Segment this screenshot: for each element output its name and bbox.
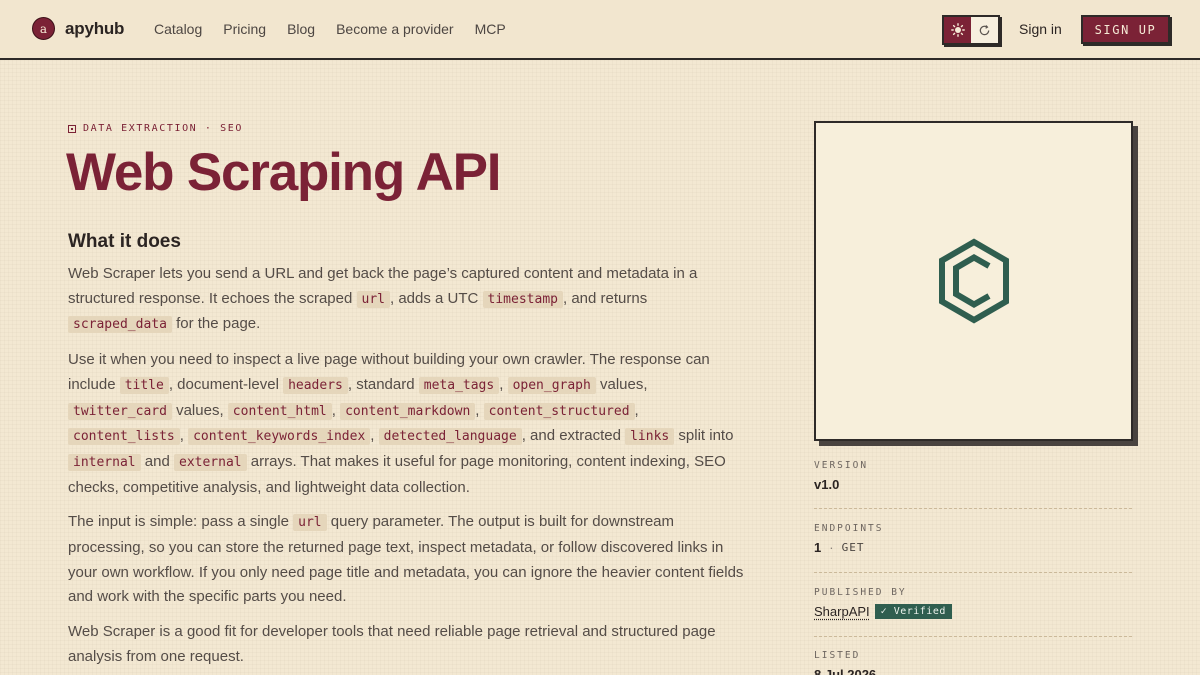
code-token: detected_language [378, 428, 522, 446]
code-token: links [625, 428, 675, 446]
system-theme-option[interactable] [971, 17, 998, 43]
light-theme-option[interactable] [944, 17, 971, 43]
code-token: meta_tags [418, 376, 500, 394]
code-token: internal [68, 453, 141, 471]
divider [814, 636, 1132, 637]
description-paragraph-3: The input is simple: pass a single url q… [68, 513, 744, 606]
published-label: PUBLISHED BY [814, 587, 907, 598]
brand-logo[interactable]: a apyhub [32, 17, 124, 40]
code-token: title [119, 376, 169, 394]
version-label: VERSION [814, 460, 869, 471]
description-paragraph-1: Web Scraper lets you send a URL and get … [68, 265, 698, 334]
publisher-link[interactable]: SharpAPI [814, 604, 870, 619]
description: Web Scraper lets you send a URL and get … [68, 262, 748, 675]
code-token: content_lists [68, 428, 180, 446]
section-title: What it does [68, 231, 181, 252]
code-token: headers [283, 376, 348, 394]
page-title: Web Scraping API [66, 143, 502, 202]
hexagon-logo-icon [938, 238, 1009, 324]
nav-pricing[interactable]: Pricing [223, 21, 266, 37]
code-token: external [174, 453, 247, 471]
code-token: timestamp [482, 290, 563, 308]
category-eyebrow: DATA EXTRACTION · SEO [68, 123, 243, 134]
nav-catalog[interactable]: Catalog [154, 21, 202, 37]
nav-become-provider[interactable]: Become a provider [336, 21, 454, 37]
divider [814, 572, 1132, 573]
nav-mcp[interactable]: MCP [475, 21, 506, 37]
description-paragraph-4: Web Scraper is a good fit for developer … [68, 623, 716, 665]
category-label: DATA EXTRACTION · SEO [83, 123, 244, 134]
brand-name: apyhub [65, 18, 125, 38]
code-token: content_keywords_index [188, 428, 371, 446]
theme-toggle[interactable] [942, 15, 1000, 45]
sign-up-button[interactable]: SIGN UP [1081, 15, 1170, 44]
sun-icon [950, 23, 965, 37]
code-token: content_html [227, 402, 332, 420]
code-token: open_graph [507, 376, 596, 394]
separator-dot: · [829, 540, 834, 555]
method-get: GET [841, 541, 865, 554]
code-token: content_markdown [340, 402, 476, 420]
category-square-icon [68, 124, 76, 133]
verified-badge: ✓ Verified [874, 604, 952, 619]
version-value: v1.0 [814, 477, 840, 492]
listed-label: LISTED [814, 650, 861, 661]
code-token: url [293, 514, 327, 532]
publisher-value: SharpAPI ✓ Verified [814, 604, 1132, 619]
listed-meta: LISTED 8 Jul 2026 [814, 650, 1132, 675]
code-token: scraped_data [68, 316, 172, 334]
endpoints-count: 1 [814, 540, 822, 555]
api-logo-card [814, 121, 1133, 441]
top-header: a apyhub Catalog Pricing Blog Become a p… [0, 0, 1200, 60]
endpoints-value: 1 · GET [814, 540, 1132, 555]
sign-in-link[interactable]: Sign in [1019, 21, 1062, 37]
endpoints-meta: ENDPOINTS 1 · GET [814, 523, 1132, 555]
code-token: twitter_card [68, 402, 172, 420]
code-token: content_structured [483, 402, 635, 420]
logo-mark: a [32, 17, 55, 40]
listed-value: 8 Jul 2026 [814, 667, 877, 675]
main-nav: Catalog Pricing Blog Become a provider M… [154, 21, 506, 37]
refresh-icon [979, 24, 990, 35]
endpoints-label: ENDPOINTS [814, 523, 884, 534]
publisher-meta: PUBLISHED BY SharpAPI ✓ Verified [814, 587, 1132, 619]
version-meta: VERSION v1.0 [814, 460, 1132, 492]
nav-blog[interactable]: Blog [287, 21, 315, 37]
divider [814, 508, 1132, 509]
description-paragraph-2: Use it when you need to inspect a live p… [68, 351, 734, 496]
code-token: url [356, 290, 390, 308]
